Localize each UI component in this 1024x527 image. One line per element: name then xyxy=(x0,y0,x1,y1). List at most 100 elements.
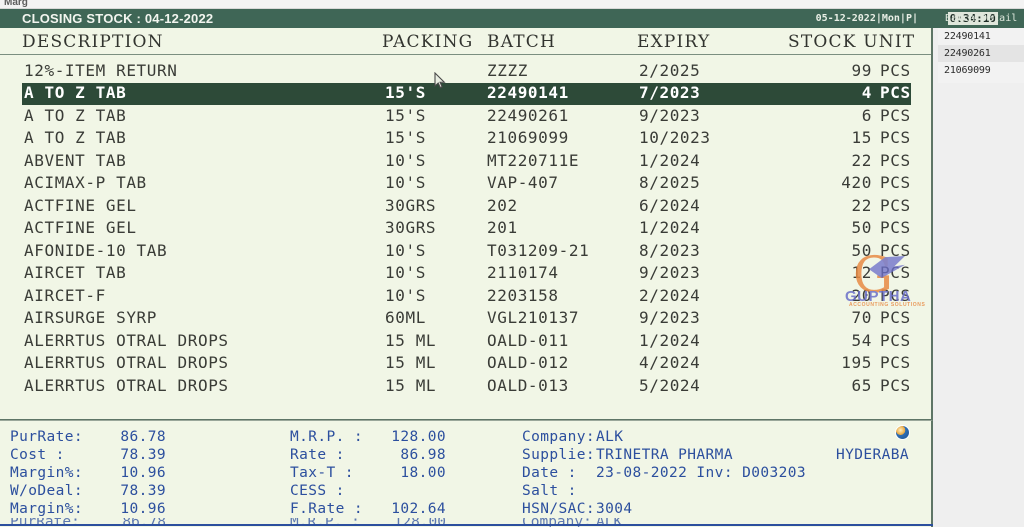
table-row[interactable]: AFONIDE-10 TAB 10'S T031209-21 8/2023 50 PCS xyxy=(0,240,931,263)
cell-stock-unit: PCS xyxy=(880,128,911,147)
table-row[interactable]: AIRCET TAB 10'S 2110174 9/2023 12 PCS xyxy=(0,262,931,285)
cell-stock-unit: PCS xyxy=(880,285,911,305)
table-row[interactable]: ALERRTUS OTRAL DROPS 15 ML OALD-011 1/2024 5… xyxy=(0,330,931,353)
info-label-left: Margin%: xyxy=(10,501,84,517)
cell-description: AIRCET TAB xyxy=(24,263,127,282)
table-row[interactable]: A TO Z TAB 15'S 22490141 7/2023 4 PCS xyxy=(22,82,911,105)
info-value-left: 10.96 xyxy=(120,501,166,517)
app-screen: Marg CLOSING STOCK : 04-12-2022 05-12-20… xyxy=(0,0,1024,527)
cell-packing: 30GRS xyxy=(385,218,437,237)
bottom-divider xyxy=(0,524,933,526)
info-line: Cost : 78.39 Rate : 86.98 Supplie: TRINETRA P… xyxy=(0,447,931,465)
info-label-left: Cost : xyxy=(10,447,65,463)
cell-batch: VAP-407 xyxy=(487,173,559,192)
info-label-mid: CESS : xyxy=(290,483,345,499)
info-value-right: 3004 xyxy=(596,501,633,517)
cell-stock-qty: 6 xyxy=(861,105,872,125)
cell-packing: 15 ML xyxy=(385,330,437,350)
batch-detail-item[interactable]: 22490141 xyxy=(938,28,1024,45)
batch-detail-panel: 22490141 22490261 21069099 xyxy=(938,28,1024,83)
cell-expiry: 1/2024 xyxy=(639,330,701,350)
cell-packing: 10'S xyxy=(385,150,426,170)
cell-stock-qty: 15 xyxy=(851,128,872,147)
cell-packing: 10'S xyxy=(385,173,426,192)
table-row[interactable]: ACTFINE GEL 30GRS 201 1/2024 50 PCS xyxy=(0,217,931,240)
cell-batch: ZZZZ xyxy=(487,61,528,80)
cell-stock-qty: 195 xyxy=(841,353,872,372)
cell-stock-unit: PCS xyxy=(880,105,911,125)
cell-batch: MT220711E xyxy=(487,150,580,170)
item-info-panel: PurRate: 86.78 M.R.P. : 128.00 Company: ALK Co… xyxy=(0,420,933,527)
cell-expiry: 1/2024 xyxy=(639,150,701,170)
table-row[interactable]: 12%-ITEM RETURN ZZZZ 2/2025 99 PCS xyxy=(0,60,931,83)
info-label-mid: F.Rate : xyxy=(290,501,364,517)
cell-stock-unit: PCS xyxy=(880,353,911,372)
info-line: Margin%: 10.96 F.Rate : 102.64 HSN/SAC: 3004 xyxy=(0,501,931,519)
info-label-left: W/oDeal: xyxy=(10,483,84,499)
batch-detail-item[interactable]: 22490261 xyxy=(938,45,1024,62)
batch-detail-item[interactable]: 21069099 xyxy=(938,62,1024,79)
cell-batch: OALD-011 xyxy=(487,330,569,350)
cell-stock-unit: PCS xyxy=(880,195,911,215)
cell-description: ALERRTUS OTRAL DROPS xyxy=(24,353,229,372)
cell-stock-qty: 54 xyxy=(851,330,872,350)
cell-packing: 15'S xyxy=(385,82,426,102)
cell-packing: 15'S xyxy=(385,128,426,147)
cell-description: AIRCET-F xyxy=(24,285,106,305)
cell-expiry: 9/2023 xyxy=(639,105,701,125)
cell-description: A TO Z TAB xyxy=(24,82,127,102)
app-header-bar: CLOSING STOCK : 04-12-2022 05-12-2022|Mo… xyxy=(0,9,1024,28)
table-row[interactable]: ACIMAX-P TAB 10'S VAP-407 8/2025 420 PCS xyxy=(0,172,931,195)
os-app-name: Marg xyxy=(4,0,28,8)
cell-packing: 10'S xyxy=(385,263,426,282)
table-row[interactable]: ACTFINE GEL 30GRS 202 6/2024 22 PCS xyxy=(0,195,931,218)
cell-description: ABVENT TAB xyxy=(24,150,127,170)
info-label-mid: M.R.P. : xyxy=(290,429,364,445)
table-row[interactable]: ALERRTUS OTRAL DROPS 15 ML OALD-013 5/2024 6… xyxy=(0,375,931,398)
table-row[interactable]: ALERRTUS OTRAL DROPS 15 ML OALD-012 4/2024 1… xyxy=(0,352,931,375)
cell-expiry: 5/2024 xyxy=(639,375,701,395)
info-value-mid: 128.00 xyxy=(391,429,446,445)
cell-stock-qty: 4 xyxy=(861,82,872,102)
cell-packing: 60ML xyxy=(385,308,426,327)
cell-batch: T031209-21 xyxy=(487,240,590,260)
cell-expiry: 6/2024 xyxy=(639,195,701,215)
cell-description: ACIMAX-P TAB xyxy=(24,173,147,192)
column-header-packing: PACKING xyxy=(382,32,474,52)
cell-stock-qty: 22 xyxy=(851,195,872,215)
cell-stock-qty: 12 xyxy=(851,263,872,282)
info-label-mid: Tax-T : xyxy=(290,465,354,481)
cell-batch: VGL210137 xyxy=(487,308,580,327)
cell-batch: 201 xyxy=(487,218,518,237)
cell-expiry: 8/2023 xyxy=(639,240,701,260)
cell-stock-unit: PCS xyxy=(880,263,911,282)
column-header-expiry: EXPIRY xyxy=(637,32,711,52)
info-line: PurRate: 86.78 M.R.P. : 128.00 Company: ALK xyxy=(0,429,931,447)
info-value-extra: HYDERABA xyxy=(836,447,910,463)
cell-expiry: 7/2023 xyxy=(639,82,701,102)
cell-expiry: 9/2023 xyxy=(639,263,701,282)
table-row[interactable]: AIRSURGE SYRP 60ML VGL210137 9/2023 70 PCS xyxy=(0,307,931,330)
cell-description: ALERRTUS OTRAL DROPS xyxy=(24,375,229,395)
cell-expiry: 2/2025 xyxy=(639,61,701,80)
cell-stock-qty: 99 xyxy=(851,61,872,80)
table-row[interactable]: A TO Z TAB 15'S 22490261 9/2023 6 PCS xyxy=(0,105,931,128)
info-value-left: 86.78 xyxy=(120,429,166,445)
info-value-right: TRINETRA PHARMA xyxy=(596,447,733,463)
cell-stock-unit: PCS xyxy=(880,375,911,395)
cell-batch: 22490141 xyxy=(487,82,569,102)
table-row[interactable]: A TO Z TAB 15'S 21069099 10/2023 15 PCS xyxy=(0,127,931,150)
info-value-mid: 102.64 xyxy=(391,501,446,517)
info-value-right: 23-08-2022 Inv: D003203 xyxy=(596,465,806,481)
stock-table: DESCRIPTION PACKING BATCH EXPIRY STOCK U… xyxy=(0,28,933,420)
column-header-batch: BATCH xyxy=(487,32,557,52)
table-row[interactable]: ABVENT TAB 10'S MT220711E 1/2024 22 PCS xyxy=(0,150,931,173)
cell-expiry: 9/2023 xyxy=(639,308,701,327)
cell-stock-qty: 70 xyxy=(851,308,872,327)
os-title-bar: Marg xyxy=(0,0,1024,9)
cell-description: ALERRTUS OTRAL DROPS xyxy=(24,330,229,350)
cell-description: AIRSURGE SYRP xyxy=(24,308,158,327)
column-header-stock-unit: STOCK UNIT xyxy=(788,32,916,52)
table-row[interactable]: AIRCET-F 10'S 2203158 2/2024 20 PCS xyxy=(0,285,931,308)
header-datetime: 05-12-2022|Mon|P| xyxy=(815,13,918,24)
